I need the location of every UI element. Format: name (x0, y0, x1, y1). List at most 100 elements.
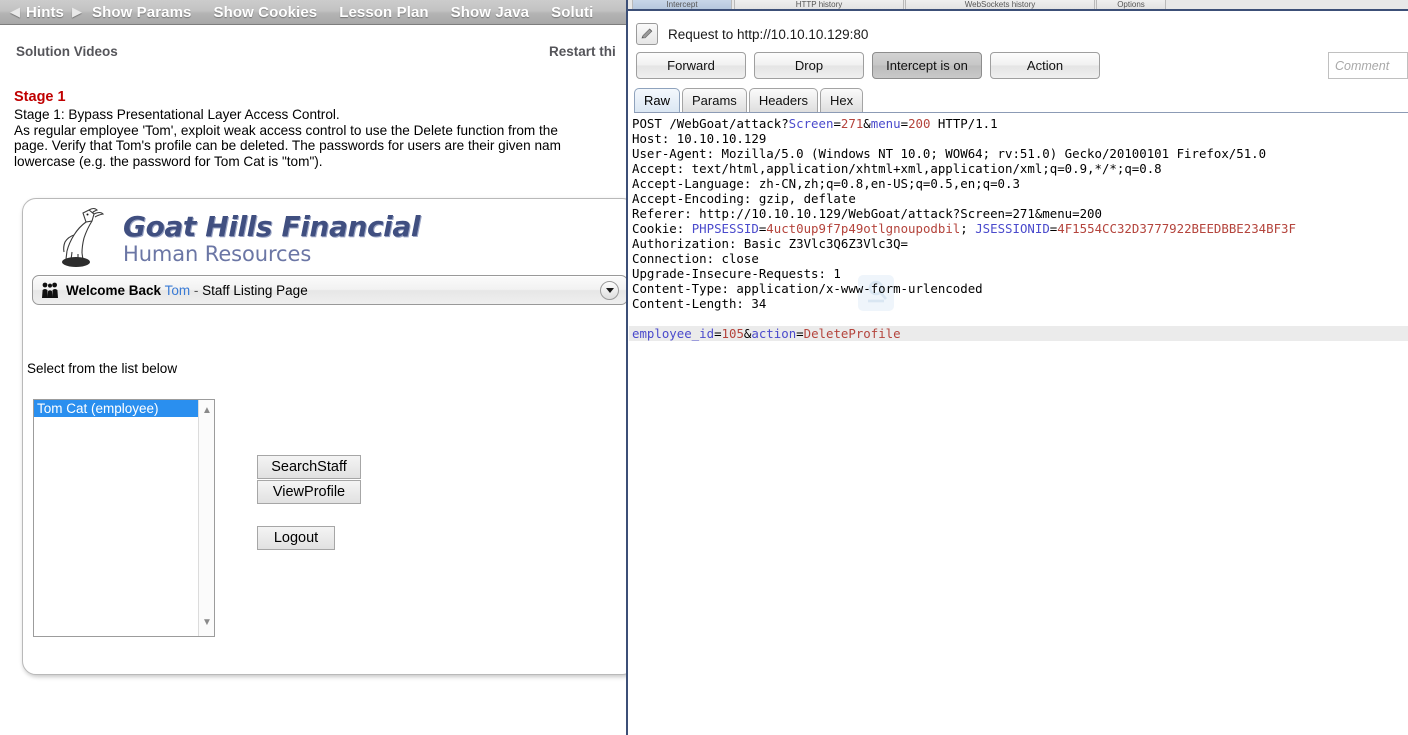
request-raw-text[interactable]: POST /WebGoat/attack?Screen=271&menu=200… (629, 114, 1408, 341)
pencil-icon[interactable] (636, 23, 658, 45)
staff-list[interactable]: Tom Cat (employee) (34, 400, 198, 636)
goat-hills-form-panel: Goat Hills Financial Human Resources Wel… (22, 198, 626, 675)
qs-amp: & (863, 116, 871, 131)
webgoat-browser-page: ◀ Hints ▶ Show Params Show Cookies Lesso… (0, 0, 626, 735)
header-connection: Connection: close (632, 251, 759, 266)
nav-show-cookies[interactable]: Show Cookies (213, 4, 317, 21)
intercept-toggle-button[interactable]: Intercept is on (872, 52, 982, 79)
tab-hex[interactable]: Hex (819, 88, 864, 112)
nav-hints[interactable]: Hints (26, 4, 64, 21)
header-referer: Referer: http://10.10.10.129/WebGoat/att… (632, 206, 1102, 221)
header-accept-encoding: Accept-Encoding: gzip, deflate (632, 191, 856, 206)
view-profile-button[interactable]: ViewProfile (257, 480, 361, 504)
header-content-type: Content-Type: application/x-www-form-url… (632, 281, 983, 296)
comment-input[interactable] (1328, 52, 1408, 79)
header-user-agent: User-Agent: Mozilla/5.0 (Windows NT 10.0… (632, 146, 1267, 161)
solution-videos-link[interactable]: Solution Videos (16, 44, 118, 59)
burp-suite-panel: Intercept HTTP history WebSockets histor… (626, 0, 1408, 735)
request-header-row: Request to http://10.10.10.129:80 (636, 23, 868, 45)
welcome-page-name: Staff Listing Page (202, 282, 308, 298)
drop-button[interactable]: Drop (754, 52, 864, 79)
nav-show-java[interactable]: Show Java (451, 4, 529, 21)
scroll-down-icon[interactable]: ▼ (199, 614, 215, 630)
action-button[interactable]: Action (990, 52, 1100, 79)
brand-titles: Goat Hills Financial Human Resources (123, 213, 420, 265)
burp-tab-intercept[interactable]: Intercept (632, 0, 732, 9)
burp-tab-options[interactable]: Options (1096, 0, 1166, 9)
burp-intercept-body: Request to http://10.10.10.129:80 Forwar… (628, 13, 1408, 735)
welcome-username: Tom (164, 282, 191, 298)
qs-key-menu: menu (870, 116, 901, 131)
nav-show-params[interactable]: Show Params (92, 4, 191, 21)
list-item[interactable]: Tom Cat (employee) (34, 400, 198, 417)
welcome-text: Welcome Back Tom - Staff Listing Page (66, 283, 308, 298)
body-key-employee-id: employee_id (632, 326, 715, 341)
welcome-prefix: Welcome Back (66, 282, 162, 298)
request-target-label: Request to http://10.10.10.129:80 (668, 26, 869, 42)
webgoat-subbar: Solution Videos Restart thi (0, 25, 626, 61)
header-content-length: Content-Length: 34 (632, 296, 767, 311)
forward-button[interactable]: Forward (636, 52, 746, 79)
header-authorization: Authorization: Basic Z3Vlc3Q6Z3Vlc3Q= (632, 236, 909, 251)
nav-solution[interactable]: Soluti (551, 4, 593, 21)
cookie-value-jsessionid: 4F1554CC32D3777922BEEDBBE234BF3F (1057, 221, 1296, 236)
screen-root: ◀ Hints ▶ Show Params Show Cookies Lesso… (0, 0, 1408, 735)
raw-request-editor[interactable]: POST /WebGoat/attack?Screen=271&menu=200… (629, 114, 1408, 734)
request-body-line: employee_id=105&action=DeleteProfile (629, 326, 1408, 341)
nav-lesson-plan[interactable]: Lesson Plan (339, 4, 428, 21)
staff-listbox[interactable]: Tom Cat (employee) ▲ ▼ (33, 399, 215, 637)
cookie-separator: ; (960, 221, 976, 236)
lesson-description: Stage 1 Stage 1: Bypass Presentational L… (14, 89, 626, 170)
qs-val-menu: 200 (908, 116, 931, 131)
scroll-up-icon[interactable]: ▲ (199, 402, 215, 418)
cookie-label: Cookie: (632, 221, 692, 236)
stage-heading: Stage 1 (14, 89, 66, 105)
brand-line-1: Goat Hills Financial (123, 210, 421, 243)
chevron-down-icon[interactable] (600, 280, 619, 300)
http-version: HTTP/1.1 (930, 116, 998, 131)
lesson-line-2: As regular employee 'Tom', exploit weak … (14, 122, 558, 138)
intercept-action-buttons: Forward Drop Intercept is on Action (636, 52, 1108, 79)
burp-tab-http-history[interactable]: HTTP history (734, 0, 904, 9)
request-path: /WebGoat/attack? (669, 116, 789, 131)
burp-tab-websockets-history[interactable]: WebSockets history (905, 0, 1095, 9)
cookie-name-phpsessid: PHPSESSID (691, 221, 759, 236)
body-val-action: DeleteProfile (803, 326, 901, 341)
select-list-label: Select from the list below (27, 361, 178, 376)
tab-params[interactable]: Params (682, 88, 747, 112)
tab-raw[interactable]: Raw (634, 88, 681, 112)
body-val-employee-id: 105 (721, 326, 744, 341)
header-accept: Accept: text/html,application/xhtml+xml,… (632, 161, 1162, 176)
body-key-action: action (751, 326, 797, 341)
qs-key-screen: Screen (788, 116, 834, 131)
brand-header: Goat Hills Financial Human Resources (53, 207, 420, 269)
logout-button[interactable]: Logout (257, 526, 335, 550)
cookie-value-phpsessid: 4uct0up9f7p49otlgnoupodbil (766, 221, 961, 236)
listbox-scrollbar[interactable]: ▲ ▼ (198, 400, 214, 636)
header-cookie: Cookie: PHPSESSID=4uct0up9f7p49otlgnoupo… (632, 221, 1296, 236)
people-icon (42, 282, 58, 298)
restart-lesson-link[interactable]: Restart thi (549, 44, 616, 59)
webgoat-top-nav: ◀ Hints ▶ Show Params Show Cookies Lesso… (0, 0, 626, 25)
message-view-tabs: Raw Params Headers Hex (634, 87, 1408, 113)
right-triangle-icon[interactable]: ▶ (72, 4, 82, 20)
tab-headers[interactable]: Headers (748, 88, 818, 112)
burp-top-tabstrip: Intercept HTTP history WebSockets histor… (628, 0, 1408, 11)
brand-line-2: Human Resources (123, 242, 312, 266)
lesson-line-1: Stage 1: Bypass Presentational Layer Acc… (14, 107, 340, 122)
search-staff-button[interactable]: SearchStaff (257, 455, 361, 479)
header-accept-language: Accept-Language: zh-CN,zh;q=0.8,en-US;q=… (632, 176, 1020, 191)
cookie-name-jsessionid: JSESSIONID (975, 221, 1050, 236)
form-action-buttons: SearchStaff ViewProfile Logout (257, 455, 361, 551)
lesson-line-4: lowercase (e.g. the password for Tom Cat… (14, 154, 323, 170)
header-upgrade-insecure-requests: Upgrade-Insecure-Requests: 1 (632, 266, 841, 281)
welcome-separator: - (193, 282, 199, 298)
goat-logo-icon (62, 207, 105, 267)
request-line: POST /WebGoat/attack?Screen=271&menu=200… (632, 116, 998, 131)
welcome-bar[interactable]: Welcome Back Tom - Staff Listing Page (32, 275, 626, 305)
left-triangle-icon[interactable]: ◀ (10, 4, 20, 20)
header-host: Host: 10.10.10.129 (632, 131, 767, 146)
http-method: POST (632, 116, 662, 131)
lesson-line-3: page. Verify that Tom's profile can be d… (14, 138, 561, 154)
qs-val-screen: 271 (840, 116, 864, 131)
